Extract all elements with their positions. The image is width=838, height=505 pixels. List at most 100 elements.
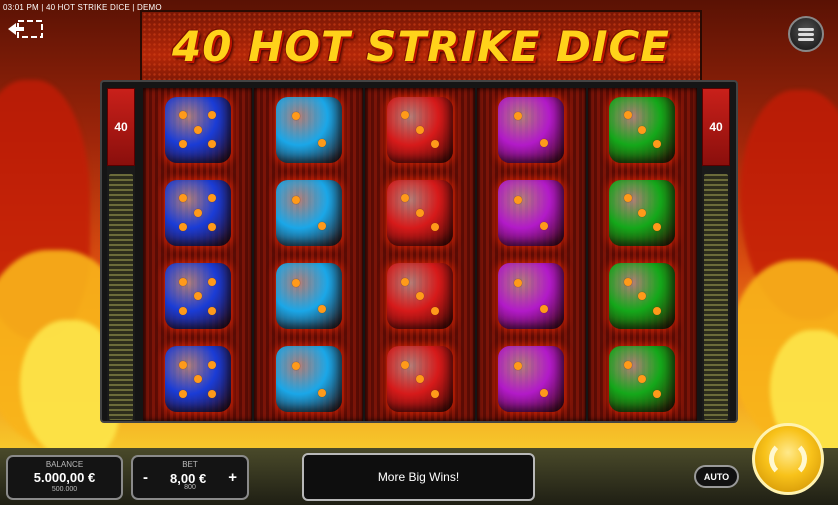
game-header: 40 HOT STRIKE DICE [140, 10, 702, 84]
left-win-meter [109, 174, 133, 420]
red-die [387, 96, 453, 163]
die-pip [430, 389, 439, 398]
die-pip [514, 195, 522, 204]
left-lines-count: 40 [107, 88, 135, 166]
die-pip [638, 375, 647, 384]
die-pip [430, 306, 439, 315]
die-pip [638, 208, 647, 217]
right-lines-panel: 40 [702, 88, 730, 421]
die-pip [416, 292, 424, 301]
cyan-die [275, 346, 342, 413]
magenta-die [498, 346, 565, 413]
die-pip [416, 375, 424, 384]
green-die [609, 263, 676, 330]
blue-die [164, 179, 231, 246]
die-pip [638, 292, 647, 301]
reels-grid [142, 88, 698, 421]
die-pip [208, 223, 217, 232]
die-pip [179, 140, 188, 149]
reel-5 [587, 88, 698, 421]
die-pip [652, 306, 661, 315]
bet-panel: BET - 8,00 € + 800 [131, 455, 249, 500]
blue-die [164, 263, 231, 330]
die-pip [514, 278, 522, 287]
spin-button[interactable] [752, 423, 824, 495]
die-pip [193, 375, 202, 384]
die-pip [208, 360, 217, 369]
red-die [387, 263, 453, 330]
menu-button[interactable] [788, 16, 824, 52]
die-pip [623, 277, 632, 286]
die-pip [291, 195, 300, 204]
die-pip [179, 223, 188, 232]
die-pip [179, 111, 188, 120]
die-pip [652, 140, 661, 149]
die-pip [623, 360, 632, 369]
die-pip [540, 388, 549, 397]
red-die [387, 346, 453, 413]
green-die [609, 179, 676, 246]
cyan-die [275, 179, 342, 246]
die-pip [401, 360, 410, 369]
die-pip [179, 306, 188, 315]
die-pip [540, 305, 549, 314]
die-pip [208, 111, 217, 120]
menu-icon [798, 26, 814, 43]
die-pip [401, 277, 410, 286]
die-pip [652, 389, 661, 398]
die-pip [401, 194, 410, 203]
die-pip [291, 112, 300, 121]
die-pip [179, 360, 188, 369]
reel-1 [143, 88, 253, 421]
die-pip [317, 305, 326, 314]
bet-decrease-button[interactable]: - [143, 469, 148, 486]
blue-die [164, 96, 231, 163]
spin-icon [769, 440, 807, 478]
balance-credits: 500.000 [51, 486, 78, 493]
die-pip [540, 138, 549, 147]
die-pip [317, 388, 326, 397]
auto-button[interactable]: AUTO [694, 465, 739, 488]
back-arrow-icon [8, 20, 43, 38]
reel-2 [254, 88, 364, 421]
right-win-meter [704, 174, 728, 420]
magenta-die [498, 179, 565, 246]
die-pip [208, 194, 217, 203]
back-button[interactable] [6, 18, 44, 40]
balance-value: 5.000,00 € [33, 470, 96, 485]
red-die [387, 179, 453, 246]
die-pip [179, 194, 188, 203]
die-pip [638, 125, 647, 134]
bet-label: BET [182, 460, 198, 469]
die-pip [317, 138, 326, 147]
die-pip [401, 111, 410, 120]
green-die [609, 346, 676, 413]
die-pip [291, 362, 300, 371]
magenta-die [498, 263, 565, 330]
balance-panel: BALANCE 5.000,00 € 500.000 [6, 455, 123, 500]
die-pip [208, 306, 217, 315]
die-pip [193, 125, 202, 134]
cyan-die [275, 263, 342, 330]
game-title: 40 HOT STRIKE DICE [172, 22, 670, 71]
green-die [609, 96, 676, 163]
die-pip [540, 222, 549, 231]
die-pip [416, 208, 424, 217]
balance-label: BALANCE [45, 460, 84, 469]
magenta-die [498, 96, 565, 163]
cyan-die [275, 96, 342, 163]
die-pip [291, 278, 300, 287]
die-pip [416, 125, 424, 134]
die-pip [514, 112, 522, 121]
die-pip [430, 223, 439, 232]
die-pip [179, 277, 188, 286]
left-lines-panel: 40 [107, 88, 135, 421]
die-pip [623, 194, 632, 203]
die-pip [317, 222, 326, 231]
message-box: More Big Wins! [302, 453, 535, 501]
bet-increase-button[interactable]: + [228, 469, 237, 486]
die-pip [623, 111, 632, 120]
status-bar: 03:01 PM | 40 HOT STRIKE DICE | DEMO [3, 3, 162, 12]
die-pip [193, 208, 202, 217]
right-lines-count: 40 [702, 88, 730, 166]
